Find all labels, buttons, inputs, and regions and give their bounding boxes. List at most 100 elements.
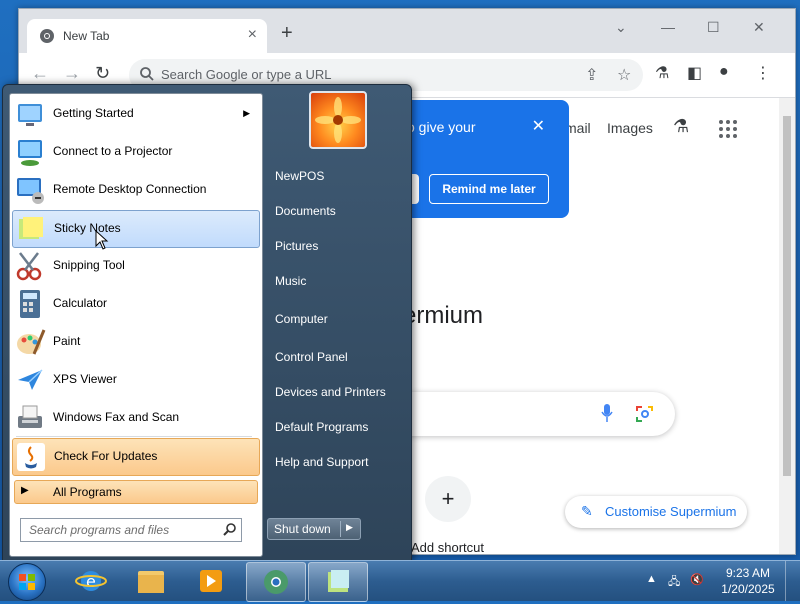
start-menu-programs-pane: Getting Started ▶ Connect to a Projector… [9, 93, 263, 557]
maximize-button[interactable]: ☐ [707, 19, 720, 36]
media-player-icon [200, 570, 222, 592]
mouse-cursor-icon [95, 230, 109, 250]
browser-icon [264, 570, 288, 594]
popup-close-icon[interactable]: ✕ [532, 116, 545, 136]
start-item-calculator[interactable]: Calculator [12, 286, 258, 322]
start-button[interactable] [8, 563, 46, 601]
taskbar: e ▲ 🖧 🔇 9:23 AM 1/20/2025 [0, 560, 800, 602]
start-right-help-support[interactable]: Help and Support [275, 455, 368, 469]
start-right-newpos[interactable]: NewPOS [275, 169, 324, 183]
tab-new-tab[interactable]: New Tab × [27, 19, 267, 53]
customise-label: Customise Supermium [605, 504, 737, 519]
windows-logo-icon [19, 574, 35, 590]
remote-desktop-icon [17, 178, 44, 204]
xps-viewer-icon [18, 369, 43, 390]
volume-muted-icon[interactable]: 🔇 [690, 573, 704, 586]
fax-icon [18, 405, 42, 428]
taskbar-supermium[interactable] [246, 562, 306, 602]
taskbar-explorer[interactable] [122, 562, 180, 600]
scrollbar-thumb[interactable] [783, 116, 791, 476]
tab-search-icon[interactable]: ⌄ [615, 19, 627, 36]
start-item-xps-viewer[interactable]: XPS Viewer [12, 362, 258, 398]
shutdown-button[interactable]: Shut down ▶ [267, 518, 361, 540]
start-item-connect-projector[interactable]: Connect to a Projector [12, 134, 258, 170]
start-menu: Getting Started ▶ Connect to a Projector… [2, 84, 412, 562]
new-tab-button[interactable]: + [281, 23, 293, 43]
show-hidden-icons[interactable]: ▲ [646, 573, 657, 585]
internet-explorer-icon: e [75, 571, 107, 591]
start-search-input[interactable]: Search programs and files [20, 518, 242, 542]
reload-icon[interactable]: ↻ [95, 63, 110, 84]
start-right-devices-printers[interactable]: Devices and Printers [275, 385, 386, 399]
taskbar-sticky-notes[interactable] [308, 562, 368, 602]
images-link[interactable]: Images [607, 120, 653, 136]
taskbar-media-player[interactable] [182, 562, 240, 600]
tab-close-icon[interactable]: × [248, 26, 257, 44]
apps-grid-icon[interactable] [719, 120, 739, 140]
shutdown-label: Shut down [274, 522, 331, 536]
pencil-icon: ✎ [581, 503, 593, 519]
customise-button[interactable]: ✎ Customise Supermium [565, 496, 747, 528]
network-icon[interactable]: 🖧 [668, 573, 680, 592]
sticky-notes-icon [19, 217, 43, 239]
system-clock[interactable]: 9:23 AM 1/20/2025 [718, 565, 778, 597]
address-placeholder: Search Google or type a URL [161, 67, 332, 82]
start-right-default-programs[interactable]: Default Programs [275, 420, 368, 434]
tab-strip: New Tab × + ⌄ — ☐ ✕ [19, 9, 795, 53]
back-icon[interactable]: ← [31, 63, 49, 84]
start-item-paint[interactable]: Paint [12, 324, 258, 360]
expand-arrow-icon: ▶ [21, 485, 29, 496]
brand-logo-text: ermium [403, 302, 484, 329]
clock-time: 9:23 AM [725, 566, 771, 580]
start-right-computer[interactable]: Computer [275, 312, 328, 326]
share-icon[interactable]: ⇪ [585, 65, 598, 85]
tab-title: New Tab [63, 29, 110, 43]
start-item-check-updates[interactable]: Check For Updates [12, 438, 260, 476]
submenu-arrow-icon: ▶ [243, 108, 250, 118]
projector-icon [18, 140, 42, 166]
start-right-control-panel[interactable]: Control Panel [275, 350, 348, 364]
add-shortcut-label: Add shortcut [411, 540, 484, 555]
scissors-icon [16, 252, 42, 281]
svg-text:e: e [86, 572, 96, 591]
close-button[interactable]: ✕ [753, 19, 765, 36]
start-search-placeholder: Search programs and files [29, 523, 170, 537]
menu-icon[interactable]: ⋮ [755, 63, 771, 83]
java-icon [17, 443, 45, 471]
shutdown-options-icon[interactable]: ▶ [346, 522, 353, 533]
start-right-pictures[interactable]: Pictures [275, 239, 318, 253]
folder-icon [138, 571, 164, 593]
microphone-icon[interactable] [601, 404, 613, 422]
remind-me-later-button[interactable]: Remind me later [429, 174, 549, 204]
search-icon[interactable] [223, 522, 237, 536]
flower-icon [315, 97, 361, 143]
search-icon [140, 67, 154, 81]
clock-date: 1/20/2025 [721, 582, 775, 596]
labs-flask-icon[interactable]: ⚗ [673, 116, 689, 137]
bookmark-star-icon[interactable]: ☆ [617, 65, 631, 85]
minimize-button[interactable]: — [661, 19, 675, 35]
start-item-snipping-tool[interactable]: Snipping Tool [12, 248, 258, 284]
start-right-music[interactable]: Music [275, 274, 306, 288]
taskbar-internet-explorer[interactable]: e [62, 562, 120, 600]
start-menu-separator [16, 436, 252, 437]
profile-icon[interactable]: ● [719, 63, 729, 81]
show-desktop-button[interactable] [785, 561, 800, 601]
start-item-remote-desktop[interactable]: Remote Desktop Connection [12, 172, 258, 208]
paint-icon [17, 329, 46, 355]
start-item-getting-started[interactable]: Getting Started ▶ [12, 96, 258, 132]
user-avatar[interactable] [309, 91, 367, 149]
side-panel-icon[interactable]: ◧ [687, 63, 702, 83]
start-item-sticky-notes[interactable]: Sticky Notes [12, 210, 260, 248]
all-programs-button[interactable]: ▶ All Programs [14, 480, 258, 504]
forward-icon[interactable]: → [63, 63, 81, 84]
labs-icon[interactable]: ⚗ [655, 63, 669, 83]
start-item-fax-scan[interactable]: Windows Fax and Scan [12, 400, 258, 436]
page-scrollbar[interactable] [779, 98, 795, 554]
add-shortcut-icon[interactable]: + [425, 476, 471, 522]
google-lens-icon[interactable] [635, 404, 655, 424]
all-programs-label: All Programs [53, 485, 122, 499]
chrome-icon [40, 29, 54, 43]
getting-started-icon [18, 104, 42, 126]
start-right-documents[interactable]: Documents [275, 204, 336, 218]
